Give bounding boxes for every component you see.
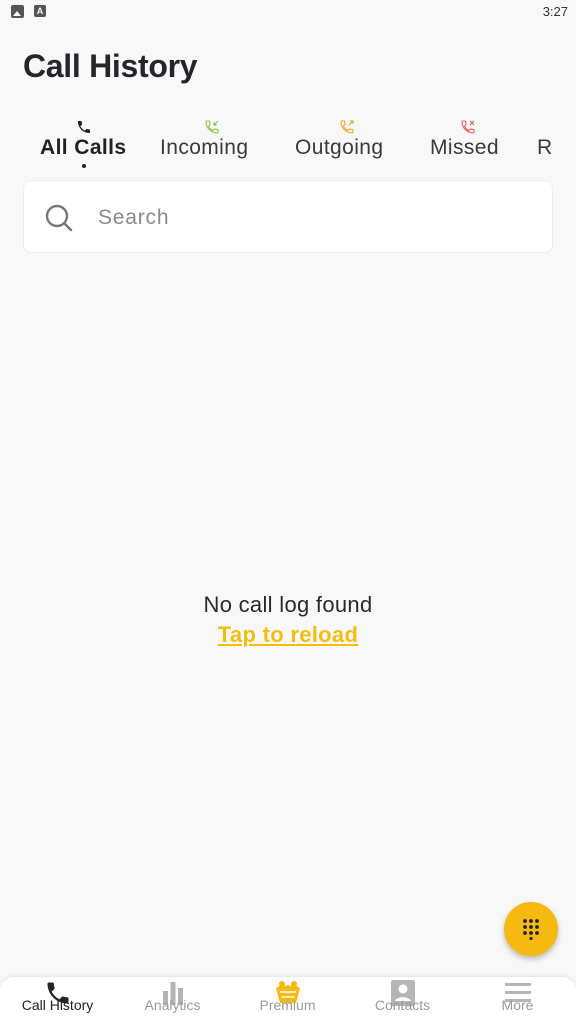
- tab-incoming[interactable]: Incoming: [160, 116, 264, 174]
- nav-label: More: [501, 997, 534, 1013]
- tab-label: R: [537, 136, 553, 159]
- tab-missed[interactable]: Missed: [430, 116, 506, 174]
- missed-call-icon: [461, 120, 475, 134]
- nav-label: Contacts: [374, 997, 431, 1013]
- dialpad-icon: [523, 919, 539, 940]
- text-notification-icon: A: [34, 5, 46, 17]
- status-time: 3:27: [542, 4, 568, 19]
- status-bar: A 3:27: [0, 0, 576, 24]
- dialpad-button[interactable]: [504, 902, 558, 956]
- nav-contacts[interactable]: Contacts: [345, 977, 460, 1024]
- nav-premium[interactable]: Premium: [230, 977, 345, 1024]
- nav-label: Call History: [21, 997, 94, 1013]
- incoming-call-icon: [205, 120, 219, 134]
- tap-to-reload-link[interactable]: Tap to reload: [0, 622, 576, 648]
- page-title: Call History: [23, 48, 198, 84]
- outgoing-call-icon: [340, 120, 354, 134]
- search-bar[interactable]: [23, 180, 553, 253]
- call-history-screen: A 3:27 Call History All Calls Incoming O…: [0, 0, 576, 1024]
- bottom-navigation: Call History Analytics Premium Contacts …: [0, 976, 576, 1024]
- image-notification-icon: [11, 5, 24, 18]
- nav-more[interactable]: More: [460, 977, 576, 1024]
- search-input[interactable]: [98, 201, 528, 235]
- tab-label: Missed: [430, 136, 499, 159]
- tab-label: Incoming: [160, 136, 249, 159]
- tab-partial[interactable]: R: [537, 116, 576, 174]
- nav-analytics[interactable]: Analytics: [115, 977, 230, 1024]
- tab-outgoing[interactable]: Outgoing: [295, 116, 399, 174]
- active-tab-indicator: [82, 164, 86, 168]
- nav-call-history[interactable]: Call History: [0, 977, 115, 1024]
- tab-all-calls[interactable]: All Calls: [40, 116, 128, 174]
- nav-label: Analytics: [144, 997, 201, 1013]
- nav-label: Premium: [259, 997, 316, 1013]
- search-icon: [45, 204, 73, 232]
- empty-state-message: No call log found: [203, 592, 373, 617]
- tab-label: All Calls: [40, 136, 127, 159]
- tab-label: Outgoing: [295, 136, 384, 159]
- phone-icon: [78, 121, 90, 133]
- call-filter-tabs: All Calls Incoming Outgoing Missed R: [0, 116, 576, 176]
